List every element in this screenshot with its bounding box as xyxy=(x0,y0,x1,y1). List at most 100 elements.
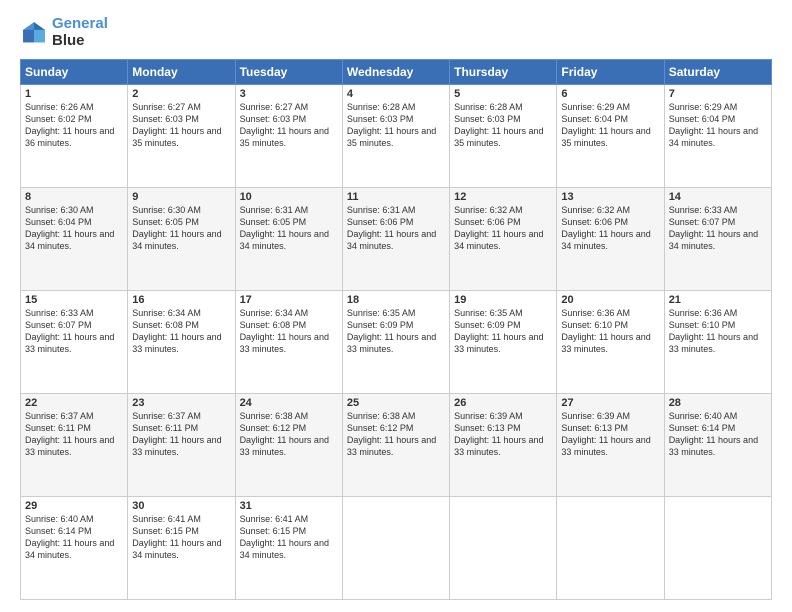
calendar-cell xyxy=(342,497,449,600)
day-number: 24 xyxy=(240,397,338,409)
day-number: 25 xyxy=(347,397,445,409)
page: GeneralBlue SundayMondayTuesdayWednesday… xyxy=(0,0,792,612)
day-number: 22 xyxy=(25,397,123,409)
calendar-cell xyxy=(664,497,771,600)
cell-info: Sunrise: 6:32 AMSunset: 6:06 PMDaylight:… xyxy=(561,205,650,251)
cell-info: Sunrise: 6:35 AMSunset: 6:09 PMDaylight:… xyxy=(454,308,543,354)
calendar-cell: 19 Sunrise: 6:35 AMSunset: 6:09 PMDayligh… xyxy=(450,291,557,394)
calendar-cell: 21 Sunrise: 6:36 AMSunset: 6:10 PMDayligh… xyxy=(664,291,771,394)
day-number: 6 xyxy=(561,88,659,100)
calendar-cell: 6 Sunrise: 6:29 AMSunset: 6:04 PMDaylight… xyxy=(557,85,664,188)
calendar-cell: 11 Sunrise: 6:31 AMSunset: 6:06 PMDayligh… xyxy=(342,188,449,291)
day-number: 10 xyxy=(240,191,338,203)
day-number: 17 xyxy=(240,294,338,306)
calendar-cell: 30 Sunrise: 6:41 AMSunset: 6:15 PMDayligh… xyxy=(128,497,235,600)
logo: GeneralBlue xyxy=(20,16,108,49)
day-number: 1 xyxy=(25,88,123,100)
calendar-cell: 8Sunrise: 6:30 AMSunset: 6:04 PMDaylight… xyxy=(21,188,128,291)
cell-info: Sunrise: 6:38 AMSunset: 6:12 PMDaylight:… xyxy=(347,411,436,457)
cell-info: Sunrise: 6:41 AMSunset: 6:15 PMDaylight:… xyxy=(132,514,221,560)
cell-info: Sunrise: 6:30 AMSunset: 6:04 PMDaylight:… xyxy=(25,205,114,251)
day-number: 15 xyxy=(25,294,123,306)
cell-info: Sunrise: 6:40 AMSunset: 6:14 PMDaylight:… xyxy=(25,514,114,560)
calendar-cell: 23Sunrise: 6:37 AMSunset: 6:11 PMDayligh… xyxy=(128,394,235,497)
cell-info: Sunrise: 6:35 AMSunset: 6:09 PMDaylight:… xyxy=(347,308,436,354)
day-number: 19 xyxy=(454,294,552,306)
day-number: 13 xyxy=(561,191,659,203)
cell-info: Sunrise: 6:33 AMSunset: 6:07 PMDaylight:… xyxy=(25,308,114,354)
cell-info: Sunrise: 6:39 AMSunset: 6:13 PMDaylight:… xyxy=(561,411,650,457)
calendar-header-row: SundayMondayTuesdayWednesdayThursdayFrid… xyxy=(21,60,772,85)
cell-info: Sunrise: 6:40 AMSunset: 6:14 PMDaylight:… xyxy=(669,411,758,457)
cell-info: Sunrise: 6:34 AMSunset: 6:08 PMDaylight:… xyxy=(240,308,329,354)
calendar-cell: 12 Sunrise: 6:32 AMSunset: 6:06 PMDayligh… xyxy=(450,188,557,291)
calendar-cell: 24 Sunrise: 6:38 AMSunset: 6:12 PMDayligh… xyxy=(235,394,342,497)
calendar-cell: 10 Sunrise: 6:31 AMSunset: 6:05 PMDayligh… xyxy=(235,188,342,291)
cell-info: Sunrise: 6:33 AMSunset: 6:07 PMDaylight:… xyxy=(669,205,758,251)
calendar-week-row: 15 Sunrise: 6:33 AMSunset: 6:07 PMDayligh… xyxy=(21,291,772,394)
calendar-cell: 31Sunrise: 6:41 AMSunset: 6:15 PMDayligh… xyxy=(235,497,342,600)
calendar-cell: 16Sunrise: 6:34 AMSunset: 6:08 PMDayligh… xyxy=(128,291,235,394)
calendar-cell: 1 Sunrise: 6:26 AMSunset: 6:02 PMDaylight… xyxy=(21,85,128,188)
day-number: 18 xyxy=(347,294,445,306)
day-number: 9 xyxy=(132,191,230,203)
day-number: 29 xyxy=(25,500,123,512)
day-number: 4 xyxy=(347,88,445,100)
calendar-cell: 22Sunrise: 6:37 AMSunset: 6:11 PMDayligh… xyxy=(21,394,128,497)
day-number: 16 xyxy=(132,294,230,306)
cell-info: Sunrise: 6:31 AMSunset: 6:06 PMDaylight:… xyxy=(347,205,436,251)
calendar-header-cell: Thursday xyxy=(450,60,557,85)
calendar-header-cell: Tuesday xyxy=(235,60,342,85)
day-number: 26 xyxy=(454,397,552,409)
calendar-table: SundayMondayTuesdayWednesdayThursdayFrid… xyxy=(20,59,772,600)
calendar-header-cell: Friday xyxy=(557,60,664,85)
calendar-cell: 4 Sunrise: 6:28 AMSunset: 6:03 PMDaylight… xyxy=(342,85,449,188)
day-number: 12 xyxy=(454,191,552,203)
cell-info: Sunrise: 6:29 AMSunset: 6:04 PMDaylight:… xyxy=(561,102,650,148)
day-number: 21 xyxy=(669,294,767,306)
day-number: 28 xyxy=(669,397,767,409)
calendar-cell: 18 Sunrise: 6:35 AMSunset: 6:09 PMDayligh… xyxy=(342,291,449,394)
calendar-cell: 13 Sunrise: 6:32 AMSunset: 6:06 PMDayligh… xyxy=(557,188,664,291)
cell-info: Sunrise: 6:37 AMSunset: 6:11 PMDaylight:… xyxy=(132,411,221,457)
calendar-cell: 17 Sunrise: 6:34 AMSunset: 6:08 PMDayligh… xyxy=(235,291,342,394)
calendar-cell: 26 Sunrise: 6:39 AMSunset: 6:13 PMDayligh… xyxy=(450,394,557,497)
calendar-week-row: 22 Sunrise: 6:37 AMSunset: 6:11 PMDayligh… xyxy=(21,394,772,497)
logo-text: GeneralBlue xyxy=(52,16,108,49)
cell-info: Sunrise: 6:32 AMSunset: 6:06 PMDaylight:… xyxy=(454,205,543,251)
calendar-header-cell: Wednesday xyxy=(342,60,449,85)
day-number: 20 xyxy=(561,294,659,306)
cell-info: Sunrise: 6:27 AMSunset: 6:03 PMDaylight:… xyxy=(240,102,329,148)
calendar-cell: 14 Sunrise: 6:33 AMSunset: 6:07 PMDayligh… xyxy=(664,188,771,291)
calendar-body: 1 Sunrise: 6:26 AMSunset: 6:02 PMDaylight… xyxy=(21,85,772,600)
calendar-cell: 20 Sunrise: 6:36 AMSunset: 6:10 PMDayligh… xyxy=(557,291,664,394)
calendar-week-row: 29 Sunrise: 6:40 AMSunset: 6:14 PMDayligh… xyxy=(21,497,772,600)
calendar-cell: 3 Sunrise: 6:27 AMSunset: 6:03 PMDaylight… xyxy=(235,85,342,188)
calendar-cell: 29 Sunrise: 6:40 AMSunset: 6:14 PMDayligh… xyxy=(21,497,128,600)
cell-info: Sunrise: 6:28 AMSunset: 6:03 PMDaylight:… xyxy=(347,102,436,148)
calendar-header-cell: Saturday xyxy=(664,60,771,85)
cell-info: Sunrise: 6:26 AMSunset: 6:02 PMDaylight:… xyxy=(25,102,114,148)
calendar-cell: 15 Sunrise: 6:33 AMSunset: 6:07 PMDayligh… xyxy=(21,291,128,394)
calendar-header-cell: Monday xyxy=(128,60,235,85)
cell-info: Sunrise: 6:39 AMSunset: 6:13 PMDaylight:… xyxy=(454,411,543,457)
calendar-cell xyxy=(557,497,664,600)
header: GeneralBlue xyxy=(20,16,772,49)
day-number: 30 xyxy=(132,500,230,512)
day-number: 5 xyxy=(454,88,552,100)
calendar-cell: 7Sunrise: 6:29 AMSunset: 6:04 PMDaylight… xyxy=(664,85,771,188)
calendar-header-cell: Sunday xyxy=(21,60,128,85)
day-number: 14 xyxy=(669,191,767,203)
cell-info: Sunrise: 6:30 AMSunset: 6:05 PMDaylight:… xyxy=(132,205,221,251)
calendar-week-row: 8Sunrise: 6:30 AMSunset: 6:04 PMDaylight… xyxy=(21,188,772,291)
day-number: 7 xyxy=(669,88,767,100)
day-number: 2 xyxy=(132,88,230,100)
cell-info: Sunrise: 6:38 AMSunset: 6:12 PMDaylight:… xyxy=(240,411,329,457)
cell-info: Sunrise: 6:36 AMSunset: 6:10 PMDaylight:… xyxy=(561,308,650,354)
day-number: 31 xyxy=(240,500,338,512)
cell-info: Sunrise: 6:36 AMSunset: 6:10 PMDaylight:… xyxy=(669,308,758,354)
day-number: 11 xyxy=(347,191,445,203)
day-number: 3 xyxy=(240,88,338,100)
cell-info: Sunrise: 6:31 AMSunset: 6:05 PMDaylight:… xyxy=(240,205,329,251)
calendar-cell: 2Sunrise: 6:27 AMSunset: 6:03 PMDaylight… xyxy=(128,85,235,188)
